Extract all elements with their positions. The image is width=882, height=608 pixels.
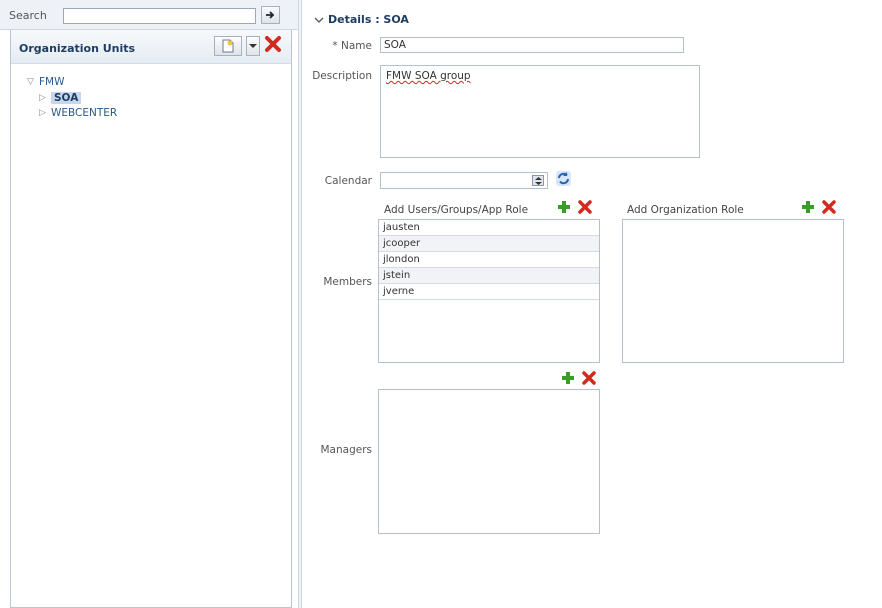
remove-manager-button[interactable]	[581, 370, 597, 389]
new-unit-button[interactable]	[214, 36, 242, 56]
users-header-label: Add Users/Groups/App Role	[384, 204, 529, 216]
delete-x-icon	[265, 36, 281, 52]
tree-node-label: SOA	[51, 91, 82, 104]
tree-node-label: FMW	[39, 75, 65, 88]
refresh-icon	[556, 171, 571, 186]
actions-dropdown-button[interactable]	[246, 36, 260, 56]
add-manager-button[interactable]	[561, 371, 575, 388]
details-header[interactable]: Details : SOA	[314, 13, 409, 26]
remove-user-button[interactable]	[577, 199, 593, 218]
users-list[interactable]: jausten jcooper jlondon jstein jverne	[378, 219, 600, 363]
list-item[interactable]: jcooper	[379, 236, 599, 252]
delete-x-icon	[582, 371, 596, 385]
list-item[interactable]: jverne	[379, 284, 599, 300]
organization-units-panel: Organization Units ▽ FMW ▷ SOA ▷ WEBCENT…	[10, 30, 292, 608]
delete-x-icon	[578, 200, 592, 214]
calendar-select[interactable]	[380, 172, 548, 189]
search-input[interactable]	[63, 8, 256, 24]
organization-tree: ▽ FMW ▷ SOA ▷ WEBCENTER	[27, 74, 277, 120]
details-title: Details : SOA	[328, 13, 409, 26]
calendar-dropdown-icon	[532, 175, 544, 186]
remove-role-button[interactable]	[821, 199, 837, 218]
chevron-down-icon	[249, 44, 257, 48]
description-label: Description	[312, 70, 372, 82]
list-item[interactable]: jlondon	[379, 252, 599, 268]
description-text: FMW SOA group	[386, 70, 471, 82]
tree-node-fmw[interactable]: ▽ FMW	[27, 74, 277, 89]
description-field[interactable]: FMW SOA group	[380, 65, 700, 158]
tree-node-label: WEBCENTER	[51, 106, 118, 119]
new-document-icon	[222, 39, 234, 53]
collapse-triangle-icon: ▷	[39, 107, 46, 118]
name-field[interactable]	[380, 37, 684, 53]
add-role-button[interactable]	[801, 200, 815, 217]
add-user-button[interactable]	[557, 200, 571, 217]
roles-header-label: Add Organization Role	[627, 204, 744, 216]
members-label: Members	[323, 276, 372, 288]
roles-list[interactable]	[622, 219, 844, 363]
plus-icon	[802, 201, 814, 213]
list-item[interactable]: jstein	[379, 268, 599, 284]
tree-node-webcenter[interactable]: ▷ WEBCENTER	[27, 105, 277, 120]
calendar-label: Calendar	[324, 175, 372, 187]
expand-triangle-icon: ▽	[27, 76, 34, 87]
managers-list[interactable]	[378, 389, 600, 534]
refresh-calendar-button[interactable]	[555, 170, 572, 190]
search-bar: Search	[0, 0, 298, 30]
delete-x-icon	[822, 200, 836, 214]
collapse-triangle-icon: ▷	[39, 92, 46, 103]
managers-label: Managers	[320, 444, 373, 456]
arrow-right-icon	[266, 11, 275, 19]
plus-icon	[558, 201, 570, 213]
tree-node-soa[interactable]: ▷ SOA	[27, 90, 277, 105]
collapse-chevron-icon	[314, 17, 324, 23]
plus-icon	[562, 372, 574, 384]
left-panel: Search Organization Units ▽ FMW ▷ SOA ▷ …	[0, 0, 298, 608]
search-label: Search	[9, 9, 47, 22]
search-go-button[interactable]	[261, 6, 280, 24]
list-item[interactable]: jausten	[379, 220, 599, 236]
organization-units-title: Organization Units	[19, 42, 136, 55]
organization-units-header: Organization Units	[11, 30, 291, 64]
splitter[interactable]	[298, 0, 302, 608]
delete-unit-button[interactable]	[264, 35, 282, 56]
name-label: * Name	[332, 40, 372, 52]
